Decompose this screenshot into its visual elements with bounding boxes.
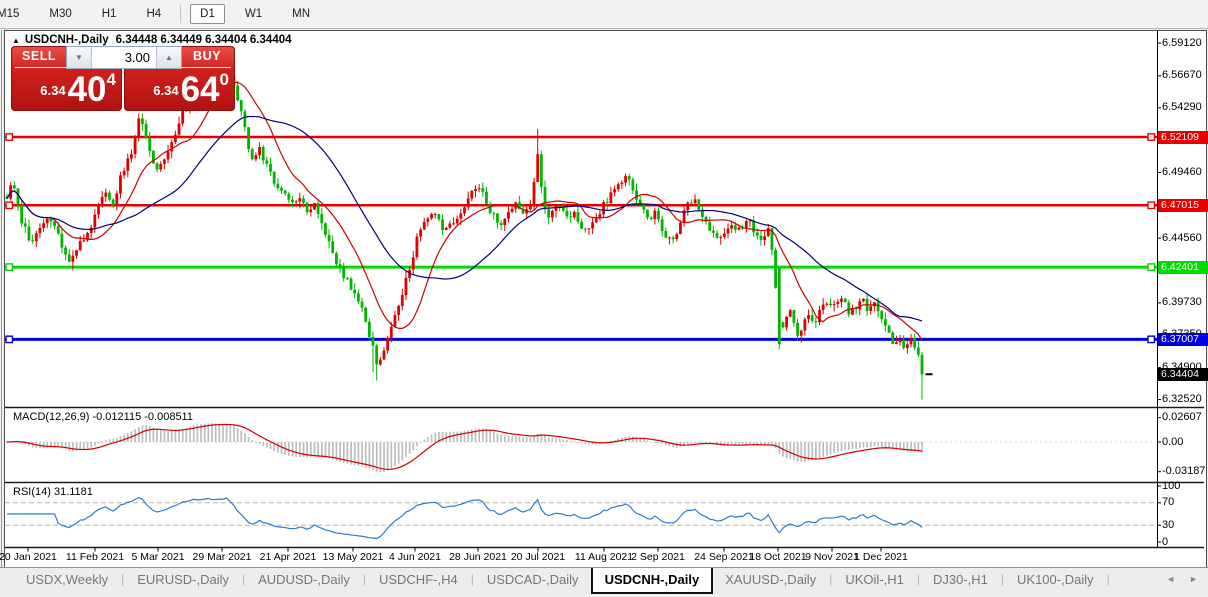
date-axis-label: 29 Mar 2021 [192,551,252,563]
chart-tab-dj30[interactable]: DJ30-,H1 [921,568,1000,594]
rsi-label: RSI(14) 31.1181 [13,486,93,498]
rsi-axis-label: 70 [1162,496,1175,509]
tab-scroll-right-button[interactable]: ► [1189,574,1198,584]
price-axis-label: 6.54290 [1162,101,1202,114]
chart-tab-uk100[interactable]: UK100-,Daily [1005,568,1106,594]
date-axis-label: 2 Sep 2021 [631,551,685,563]
chart-tab-ukoil[interactable]: UKOil-,H1 [833,568,916,594]
price-axis-label: 6.32520 [1162,392,1202,405]
chart-title: ▲ USDCNH-,Daily 6.34448 6.34449 6.34404 6.… [12,34,292,46]
volume-input[interactable] [92,47,156,68]
trading-platform-window: M15 M30 H1 H4 D1 W1 MN ▲ USDCNH-,Daily 6.34448 6… [0,0,1208,597]
axis-ticks [27,42,1161,552]
tab-scroll-left-button[interactable]: ◄ [1166,574,1175,584]
chart-tab-usdcnh[interactable]: USDCNH-,Daily [590,568,714,594]
candles-layer [5,61,924,400]
rsi-line [7,496,923,540]
chart-collapse-icon[interactable]: ▲ [12,36,20,45]
volume-decrease-button[interactable]: ▼ [67,47,92,68]
tab-separator: | [1106,572,1110,586]
horizontal-level-line-6.52109[interactable] [5,133,1157,141]
chart-tab-eurusd[interactable]: EURUSD-,Daily [125,568,241,594]
rsi-axis-label: 30 [1162,518,1175,531]
price-level-badge-6.52109: 6.52109 [1158,130,1208,144]
chart-tab-usdcad[interactable]: USDCAD-,Daily [475,568,591,594]
macd-axis-label: 0.00 [1162,435,1184,448]
one-click-trade-panel: SELL 6.34404 BUY 6.34640 ▼ ▲ [11,46,235,111]
current-price-marker [925,373,933,376]
price-axis-label: 6.56670 [1162,69,1202,82]
macd-histogram [6,423,923,473]
price-axis-label: 6.59120 [1162,36,1202,49]
price-level-badge-6.42401: 6.42401 [1158,260,1208,274]
date-axis-label: 20 Jan 2021 [0,551,57,563]
rsi-axis-label: 0 [1162,535,1169,548]
chart-tab-xauusd[interactable]: XAUUSD-,Daily [713,568,828,594]
chart-tab-usdchf[interactable]: USDCHF-,H4 [367,568,470,594]
date-axis-label: 1 Dec 2021 [854,551,908,563]
sell-button[interactable]: SELL [11,49,67,63]
volume-increase-button[interactable]: ▲ [156,47,181,68]
date-axis-label: 5 Mar 2021 [131,551,185,563]
ma-slow-line [6,115,923,322]
price-level-badge-6.47015: 6.47015 [1158,198,1208,212]
macd-axis-label: 0.02607 [1162,411,1202,424]
price-axis-label: 6.49460 [1162,165,1202,178]
chart-ohlc-values: 6.34448 6.34449 6.34404 6.34404 [115,34,292,46]
price-axis-label: 6.39730 [1162,296,1202,309]
chart-tab-usdx[interactable]: USDX,Weekly [14,568,120,594]
buy-button[interactable]: BUY [179,49,235,63]
horizontal-level-line-6.42401[interactable] [5,263,1157,271]
horizontal-level-line-6.37007[interactable] [5,335,1157,344]
price-level-badge-6.37007: 6.37007 [1158,332,1208,346]
current-price-badge: 6.34404 [1158,367,1208,381]
date-axis-label: 21 Apr 2021 [259,551,317,563]
buy-quote: 6.34640 [153,70,229,109]
chart-tab-bar: USDX,Weekly | EURUSD-,Daily | AUDUSD-,Daily |… [0,567,1208,594]
rsi-axis-label: 100 [1162,479,1181,492]
macd-axis-label: -0.03187 [1162,465,1206,478]
chart-tab-audusd[interactable]: AUDUSD-,Daily [246,568,362,594]
price-axis-label: 6.44560 [1162,231,1202,244]
volume-spinner: ▼ ▲ [66,46,182,69]
macd-label: MACD(12,26,9) -0.012115 -0.008511 [13,411,193,423]
sell-quote: 6.34404 [40,70,116,109]
chart-symbol-period: USDCNH-,Daily [24,34,109,46]
date-axis-label: 20 Jul 2021 [510,551,566,563]
